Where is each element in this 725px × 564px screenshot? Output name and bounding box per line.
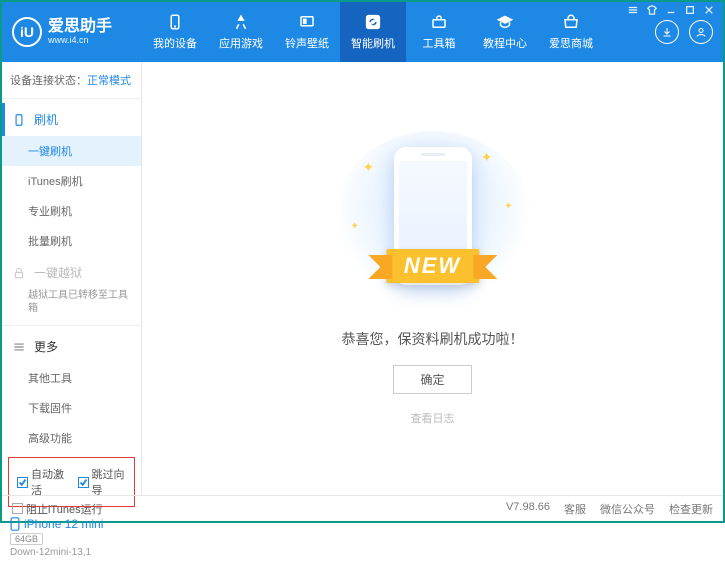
chk-label: 跳过向导	[92, 466, 127, 498]
nav-store[interactable]: 爱思商城	[538, 2, 604, 62]
section-flash[interactable]: 刷机	[2, 103, 141, 136]
more-sublist: 其他工具 下载固件 高级功能	[2, 363, 141, 453]
ok-button[interactable]: 确定	[393, 365, 471, 394]
nav-smart-flash[interactable]: 智能刷机	[340, 2, 406, 62]
main-nav: 我的设备 应用游戏 铃声壁纸 智能刷机 工具箱 教程中心	[142, 2, 655, 62]
window-controls	[625, 4, 717, 16]
section-label: 更多	[34, 338, 58, 355]
nav-label: 工具箱	[423, 35, 456, 51]
sidebar-item-download-firmware[interactable]: 下载固件	[2, 393, 141, 423]
wallpaper-icon	[298, 13, 316, 31]
new-ribbon: NEW	[386, 249, 479, 283]
success-illustration: ✦ ✦ ✦ ✦ NEW	[333, 131, 533, 311]
toolbox-icon	[430, 13, 448, 31]
sidebar-item-pro-flash[interactable]: 专业刷机	[2, 196, 141, 226]
chk-label: 自动激活	[31, 466, 66, 498]
nav-label: 我的设备	[153, 35, 197, 51]
jailbreak-note: 越狱工具已转移至工具箱	[2, 289, 141, 321]
status-label: 设备连接状态：	[10, 75, 87, 87]
device-storage-badge: 64GB	[10, 533, 43, 545]
skin-icon[interactable]	[644, 4, 660, 16]
header: iU 爱思助手 www.i4.cn 我的设备 应用游戏 铃声壁纸 智能刷机	[2, 2, 723, 62]
footer-right: V7.98.66 客服 微信公众号 检查更新	[506, 501, 713, 517]
lock-icon	[12, 266, 26, 280]
flash-sublist: 一键刷机 iTunes刷机 专业刷机 批量刷机	[2, 136, 141, 256]
app-window: iU 爱思助手 www.i4.cn 我的设备 应用游戏 铃声壁纸 智能刷机	[0, 0, 725, 523]
footer: 阻止iTunes运行 V7.98.66 客服 微信公众号 检查更新	[2, 495, 723, 521]
sidebar-item-itunes-flash[interactable]: iTunes刷机	[2, 166, 141, 196]
phone-icon	[12, 113, 26, 127]
nav-tutorials[interactable]: 教程中心	[472, 2, 538, 62]
download-button[interactable]	[655, 20, 679, 44]
nav-ringtone-wallpaper[interactable]: 铃声壁纸	[274, 2, 340, 62]
nav-my-device[interactable]: 我的设备	[142, 2, 208, 62]
main-content: ✦ ✦ ✦ ✦ NEW 恭喜您，保资料刷机成功啦！ 确定 查看日志	[142, 62, 723, 495]
sidebar-item-advanced[interactable]: 高级功能	[2, 423, 141, 453]
graduation-icon	[496, 13, 514, 31]
section-jailbreak: 一键越狱	[2, 256, 141, 289]
section-label: 刷机	[34, 111, 58, 128]
logo: iU 爱思助手 www.i4.cn	[2, 17, 142, 47]
view-log-link[interactable]: 查看日志	[411, 410, 455, 426]
sidebar-item-other-tools[interactable]: 其他工具	[2, 363, 141, 393]
wechat-link[interactable]: 微信公众号	[600, 501, 655, 517]
status-value: 正常模式	[87, 75, 131, 87]
support-link[interactable]: 客服	[564, 501, 586, 517]
app-url: www.i4.cn	[48, 35, 112, 45]
nav-label: 爱思商城	[549, 35, 593, 51]
chk-skip-guide[interactable]: 跳过向导	[78, 466, 127, 498]
menu-icon[interactable]	[625, 4, 641, 16]
success-message: 恭喜您，保资料刷机成功啦！	[342, 329, 524, 349]
nav-toolbox[interactable]: 工具箱	[406, 2, 472, 62]
nav-label: 智能刷机	[351, 35, 395, 51]
nav-label: 教程中心	[483, 35, 527, 51]
phone-icon	[166, 13, 184, 31]
user-button[interactable]	[689, 20, 713, 44]
logo-icon: iU	[12, 17, 42, 47]
close-button[interactable]	[701, 4, 717, 16]
section-label: 一键越狱	[34, 264, 82, 281]
device-firmware: Down-12mini-13,1	[10, 547, 133, 558]
chk-label: 阻止iTunes运行	[26, 501, 103, 517]
app-name: 爱思助手	[48, 19, 112, 35]
sidebar-item-oneclick-flash[interactable]: 一键刷机	[2, 136, 141, 166]
header-right	[655, 20, 723, 44]
nav-label: 铃声壁纸	[285, 35, 329, 51]
nav-label: 应用游戏	[219, 35, 263, 51]
chk-block-itunes[interactable]: 阻止iTunes运行	[12, 501, 103, 517]
store-icon	[562, 13, 580, 31]
body: 设备连接状态：正常模式 刷机 一键刷机 iTunes刷机 专业刷机 批量刷机 一…	[2, 62, 723, 495]
nav-apps-games[interactable]: 应用游戏	[208, 2, 274, 62]
version-label: V7.98.66	[506, 501, 550, 517]
refresh-icon	[364, 13, 382, 31]
apps-icon	[232, 13, 250, 31]
minimize-button[interactable]	[663, 4, 679, 16]
chk-auto-activate[interactable]: 自动激活	[17, 466, 66, 498]
check-update-link[interactable]: 检查更新	[669, 501, 713, 517]
sidebar: 设备连接状态：正常模式 刷机 一键刷机 iTunes刷机 专业刷机 批量刷机 一…	[2, 62, 142, 495]
connection-status: 设备连接状态：正常模式	[2, 62, 141, 94]
maximize-button[interactable]	[682, 4, 698, 16]
section-more[interactable]: 更多	[2, 330, 141, 363]
sidebar-item-batch-flash[interactable]: 批量刷机	[2, 226, 141, 256]
more-icon	[12, 340, 26, 354]
